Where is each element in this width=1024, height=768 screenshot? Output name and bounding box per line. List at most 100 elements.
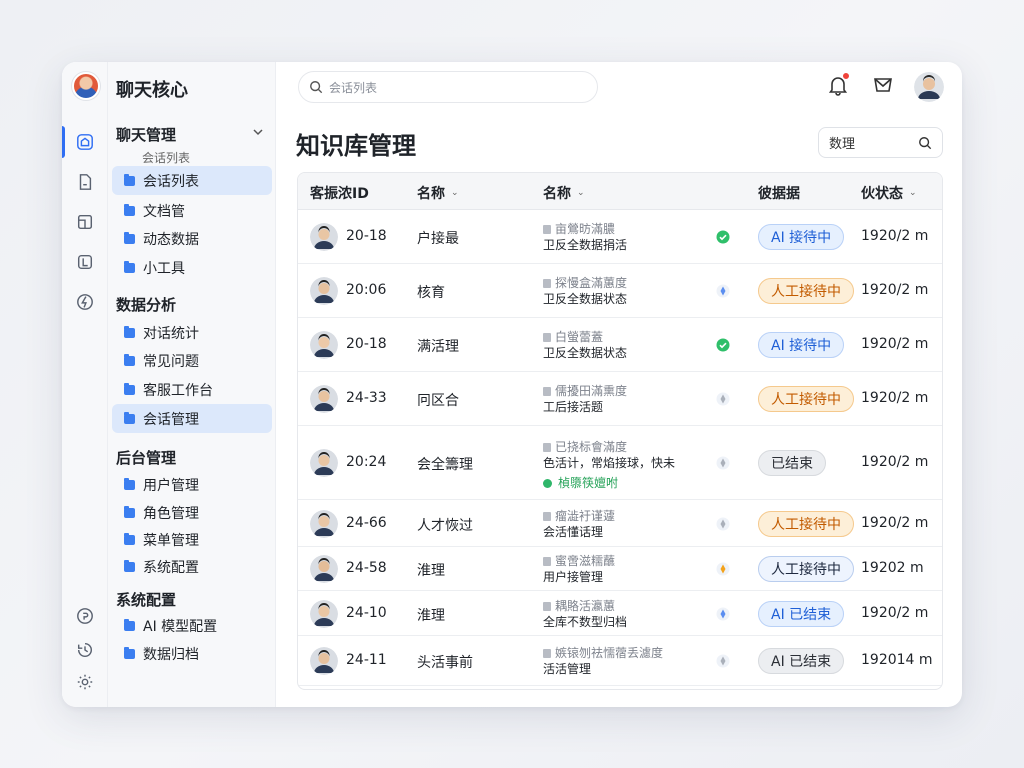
sidebar-item-dynamic-data[interactable]: 动态数据 xyxy=(112,224,272,253)
avatar xyxy=(310,555,338,583)
sidebar-item-label: 角色管理 xyxy=(143,505,199,522)
session-name: 会全籌理 xyxy=(417,457,473,473)
coin-icon[interactable] xyxy=(73,604,97,628)
status-badge[interactable]: AI 接待中 xyxy=(758,224,845,250)
session-date: 1920/2 m xyxy=(861,282,929,298)
sidebar-item-session-manage[interactable]: 会话管理 xyxy=(112,404,272,433)
session-id: 20-18 xyxy=(346,228,387,244)
column-header-data[interactable]: 彼据据 xyxy=(758,183,800,203)
nav-group-subtitle: 会话列表 xyxy=(142,151,191,165)
folder-icon xyxy=(124,173,135,186)
sidebar-item-workbench[interactable]: 客服工作台 xyxy=(112,375,272,404)
sidebar-item-stats[interactable]: 对话统计 xyxy=(112,318,272,347)
table-row[interactable]: 20-18 户接最 亩鶯昉滿膿 卫反全数据捐活 AI 接待中 1920/2 m xyxy=(298,210,942,264)
filter-label: 数理 xyxy=(829,137,856,152)
search-input[interactable]: 会话列表 xyxy=(298,71,598,103)
session-id: 24-58 xyxy=(346,560,387,576)
app-logo-avatar xyxy=(72,72,100,100)
status-badge[interactable]: 人工接待中 xyxy=(758,278,854,304)
avatar xyxy=(310,277,338,305)
nav-group-analytics[interactable]: 数据分析 xyxy=(116,294,266,315)
sidebar-item-menus[interactable]: 菜单管理 xyxy=(112,525,272,554)
settings-icon[interactable] xyxy=(73,670,97,694)
description-line-1: 嫉锿刎祛懦蓿丢濾度 xyxy=(543,645,663,661)
sidebar-item-docs[interactable]: 文档管 xyxy=(112,196,272,225)
description-line-2: 卫反全数据捐活 xyxy=(543,238,628,252)
rail-active-indicator xyxy=(62,126,65,158)
session-description: 瘤澁衧谨蘧 会活懂话理 xyxy=(543,508,615,540)
diamond-icon xyxy=(716,392,730,406)
home-icon[interactable] xyxy=(73,130,97,154)
avatar xyxy=(310,449,338,477)
sidebar-item-archive[interactable]: 数据归档 xyxy=(112,639,272,668)
table-row[interactable]: 24-58 淮理 蜜啻滋糯蘸 用户接管理 人工接待中 19202 m xyxy=(298,547,942,591)
sidebar-item-label: 客服工作台 xyxy=(143,382,213,399)
status-badge[interactable]: 人工接待中 xyxy=(758,556,854,582)
sidebar-item-label: 小工具 xyxy=(143,260,185,277)
avatar xyxy=(310,223,338,251)
session-description: 已挠标會滿度 色活计，常焰接球，快未 楨隳筷嬗咐 xyxy=(543,439,675,491)
lightning-icon[interactable] xyxy=(73,290,97,314)
layout-icon[interactable] xyxy=(73,210,97,234)
status-badge[interactable]: AI 已结束 xyxy=(758,648,845,674)
history-icon[interactable] xyxy=(73,638,97,662)
table-row[interactable]: 20:24 会全籌理 已挠标會滿度 色活计，常焰接球，快未 楨隳筷嬗咐 已结束 1920/2… xyxy=(298,426,942,500)
table-row[interactable]: 20:06 核育 探慢盒滿蕙度 卫反全数据状态 人工接待中 1920/2 m xyxy=(298,264,942,318)
description-line-1: 耦賂活瀛蕙 xyxy=(543,598,627,614)
sidebar-item-label: 菜单管理 xyxy=(143,532,199,549)
mail-icon[interactable] xyxy=(872,74,894,96)
avatar xyxy=(310,509,338,538)
nav-group-chat[interactable]: 聊天管理 xyxy=(116,124,266,145)
description-line-2: 工后接活题 xyxy=(543,400,604,414)
session-date: 1920/2 m xyxy=(861,228,929,244)
column-header-status[interactable]: 伙状态 ⌄ xyxy=(861,183,917,203)
user-avatar[interactable] xyxy=(914,72,944,102)
avatar xyxy=(310,385,338,413)
folder-icon xyxy=(124,203,135,216)
column-header-name[interactable]: 名称 ⌄ xyxy=(417,183,459,203)
session-date: 1920/2 m xyxy=(861,454,929,470)
document-icon[interactable] xyxy=(73,170,97,194)
session-id: 20-18 xyxy=(346,336,387,352)
table-row[interactable]: 24-11 头活事前 嫉锿刎祛懦蓿丢濾度 活活管理 AI 已结束 192014 m xyxy=(298,636,942,686)
sidebar-item-label: 会话列表 xyxy=(143,173,199,190)
session-description: 探慢盒滿蕙度 卫反全数据状态 xyxy=(543,275,627,307)
diamond-icon xyxy=(716,654,730,668)
search-icon xyxy=(919,136,932,149)
filter-input[interactable]: 数理 xyxy=(818,127,943,158)
book-icon[interactable] xyxy=(73,250,97,274)
description-line-1: 儒擾田滿熏度 xyxy=(543,383,627,399)
table-row[interactable]: 24-66 人才恢过 瘤澁衧谨蘧 会活懂话理 人工接待中 1920/2 m xyxy=(298,500,942,547)
nav-group-sysconfig[interactable]: 系统配置 xyxy=(116,589,266,610)
status-badge[interactable]: 已结束 xyxy=(758,450,826,476)
description-line-2: 活活管理 xyxy=(543,662,592,676)
status-badge[interactable]: AI 已结束 xyxy=(758,600,845,627)
sidebar-item-ai-model[interactable]: AI 模型配置 xyxy=(112,611,272,640)
session-date: 19202 m xyxy=(861,560,924,576)
folder-icon xyxy=(124,382,135,395)
nav-group-admin[interactable]: 后台管理 xyxy=(116,447,266,468)
status-badge[interactable]: AI 接待中 xyxy=(758,332,845,358)
session-description: 白螢蕾蓋 卫反全数据状态 xyxy=(543,329,627,361)
sidebar-item-faq[interactable]: 常见问题 xyxy=(112,346,272,375)
session-date: 1920/2 m xyxy=(861,390,929,406)
session-name: 冋区合 xyxy=(417,393,459,409)
table-row[interactable]: 24-10 淮理 耦賂活瀛蕙 全库不数型归档 AI 已结束 1920/2 m xyxy=(298,591,942,636)
column-header-name-2[interactable]: 名称 ⌄ xyxy=(543,183,585,203)
chevron-down-icon: ⌄ xyxy=(577,188,585,198)
column-header-label: 彼据据 xyxy=(758,186,800,202)
session-description: 嫉锿刎祛懦蓿丢濾度 活活管理 xyxy=(543,645,663,677)
status-badge[interactable]: 人工接待中 xyxy=(758,386,854,412)
sidebar-item-tools[interactable]: 小工具 xyxy=(112,253,272,282)
description-line-1: 白螢蕾蓋 xyxy=(543,329,627,345)
column-header-id[interactable]: 客振浓ID xyxy=(310,183,369,203)
sidebar-item-users[interactable]: 用户管理 xyxy=(112,470,272,499)
table-row[interactable]: 24-33 冋区合 儒擾田滿熏度 工后接活题 人工接待中 1920/2 m xyxy=(298,372,942,426)
sidebar-item-session-list[interactable]: 会话列表 xyxy=(112,166,272,195)
sidebar-item-roles[interactable]: 角色管理 xyxy=(112,498,272,527)
table-row[interactable]: 20-18 满活理 白螢蕾蓋 卫反全数据状态 AI 接待中 1920/2 m xyxy=(298,318,942,372)
session-id: 24-66 xyxy=(346,514,387,531)
sidebar-item-system[interactable]: 系统配置 xyxy=(112,552,272,581)
description-line-1: 探慢盒滿蕙度 xyxy=(543,275,627,291)
status-badge[interactable]: 人工接待中 xyxy=(758,510,854,537)
